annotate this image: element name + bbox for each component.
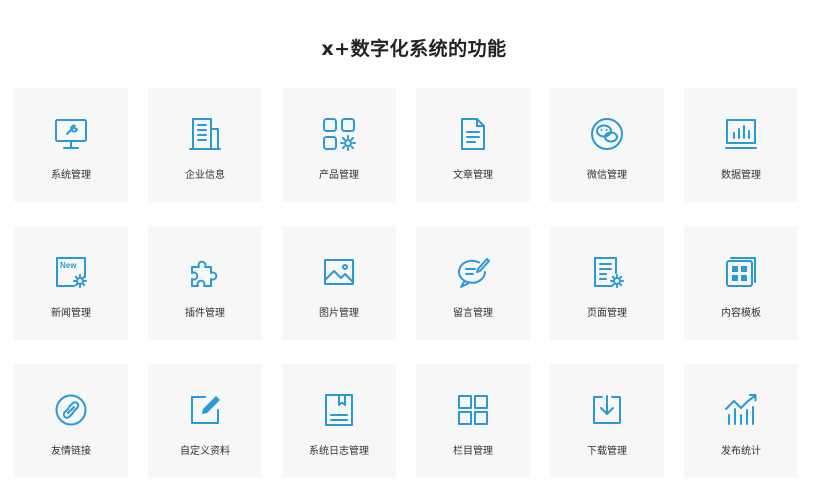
feature-label: 数据管理 <box>721 170 761 181</box>
feature-label: 企业信息 <box>185 170 225 181</box>
feature-card-message[interactable]: 留言管理 <box>416 226 530 340</box>
feature-label: 微信管理 <box>587 170 627 181</box>
feature-label: 产品管理 <box>319 170 359 181</box>
feature-label: 系统日志管理 <box>309 446 369 457</box>
news-gear-icon: New <box>51 252 91 292</box>
apps-gear-icon <box>319 114 359 154</box>
feature-card-plugin[interactable]: 插件管理 <box>148 226 262 340</box>
document-icon <box>453 114 493 154</box>
wechat-icon <box>587 114 627 154</box>
feature-card-wechat[interactable]: 微信管理 <box>550 88 664 202</box>
link-icon <box>51 390 91 430</box>
message-pen-icon <box>453 252 493 292</box>
monitor-settings-icon <box>51 114 91 154</box>
feature-label: 下载管理 <box>587 446 627 457</box>
feature-card-product[interactable]: 产品管理 <box>282 88 396 202</box>
feature-label: 发布统计 <box>721 446 761 457</box>
feature-label: 友情链接 <box>51 446 91 457</box>
page-gear-icon <box>587 252 627 292</box>
feature-card-links[interactable]: 友情链接 <box>14 364 128 478</box>
feature-card-custom[interactable]: 自定义资料 <box>148 364 262 478</box>
feature-label: 图片管理 <box>319 308 359 319</box>
feature-label: 栏目管理 <box>453 446 493 457</box>
feature-label: 页面管理 <box>587 308 627 319</box>
puzzle-icon <box>185 252 225 292</box>
feature-card-system[interactable]: 系统管理 <box>14 88 128 202</box>
feature-label: 自定义资料 <box>180 446 230 457</box>
feature-label: 新闻管理 <box>51 308 91 319</box>
feature-label: 系统管理 <box>51 170 91 181</box>
feature-card-data[interactable]: 数据管理 <box>684 88 798 202</box>
feature-label: 文章管理 <box>453 170 493 181</box>
feature-card-page[interactable]: 页面管理 <box>550 226 664 340</box>
feature-card-log[interactable]: 系统日志管理 <box>282 364 396 478</box>
image-icon <box>319 252 359 292</box>
feature-label: 内容模板 <box>721 308 761 319</box>
download-icon <box>587 390 627 430</box>
feature-label: 插件管理 <box>185 308 225 319</box>
template-icon <box>721 252 761 292</box>
page: x+数字化系统的功能 系统管理 企业信息 产品管理 文章管理 微信管理 数据管理… <box>0 0 828 501</box>
feature-grid: 系统管理 企业信息 产品管理 文章管理 微信管理 数据管理 New 新闻管理 插… <box>14 88 798 478</box>
log-book-icon <box>319 390 359 430</box>
feature-card-template[interactable]: 内容模板 <box>684 226 798 340</box>
feature-card-download[interactable]: 下载管理 <box>550 364 664 478</box>
new-badge: New <box>60 261 77 270</box>
feature-label: 留言管理 <box>453 308 493 319</box>
edit-icon <box>185 390 225 430</box>
feature-card-image[interactable]: 图片管理 <box>282 226 396 340</box>
feature-card-article[interactable]: 文章管理 <box>416 88 530 202</box>
feature-card-company[interactable]: 企业信息 <box>148 88 262 202</box>
bar-chart-screen-icon <box>721 114 761 154</box>
office-building-icon <box>185 114 225 154</box>
columns-grid-icon <box>453 390 493 430</box>
page-title: x+数字化系统的功能 <box>321 38 507 60</box>
feature-card-columns[interactable]: 栏目管理 <box>416 364 530 478</box>
trend-chart-icon <box>721 390 761 430</box>
feature-card-news[interactable]: New 新闻管理 <box>14 226 128 340</box>
feature-card-stats[interactable]: 发布统计 <box>684 364 798 478</box>
